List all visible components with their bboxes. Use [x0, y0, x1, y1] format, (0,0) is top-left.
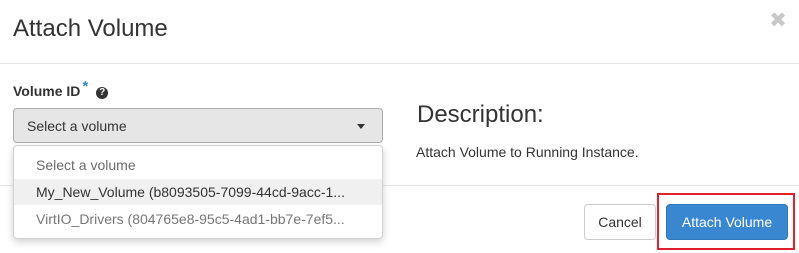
- modal-title: Attach Volume: [13, 15, 168, 42]
- caret-down-icon: [357, 124, 365, 129]
- attach-volume-button[interactable]: Attach Volume: [666, 204, 788, 240]
- close-icon[interactable]: ✖: [768, 10, 788, 32]
- volume-id-label: Volume ID * ?: [13, 78, 109, 101]
- volume-select-value: Select a volume: [27, 118, 127, 134]
- modal-header: Attach Volume ✖: [0, 0, 799, 64]
- volume-select[interactable]: Select a volume: [13, 108, 383, 143]
- dropdown-option-virtio-drivers[interactable]: VirtIO_Drivers (804765e8-95c5-4ad1-bb7e-…: [14, 206, 382, 232]
- help-icon[interactable]: ?: [96, 87, 109, 99]
- volume-dropdown-menu: Select a volume My_New_Volume (b8093505-…: [13, 145, 383, 239]
- dropdown-option-my-new-volume[interactable]: My_New_Volume (b8093505-7099-44cd-9acc-1…: [14, 179, 382, 205]
- cancel-button[interactable]: Cancel: [584, 204, 656, 240]
- description-text: Attach Volume to Running Instance.: [416, 144, 639, 160]
- dropdown-option-placeholder[interactable]: Select a volume: [14, 152, 382, 178]
- volume-id-label-text: Volume ID: [13, 83, 81, 99]
- required-asterisk: *: [82, 78, 89, 95]
- description-heading: Description:: [417, 101, 544, 128]
